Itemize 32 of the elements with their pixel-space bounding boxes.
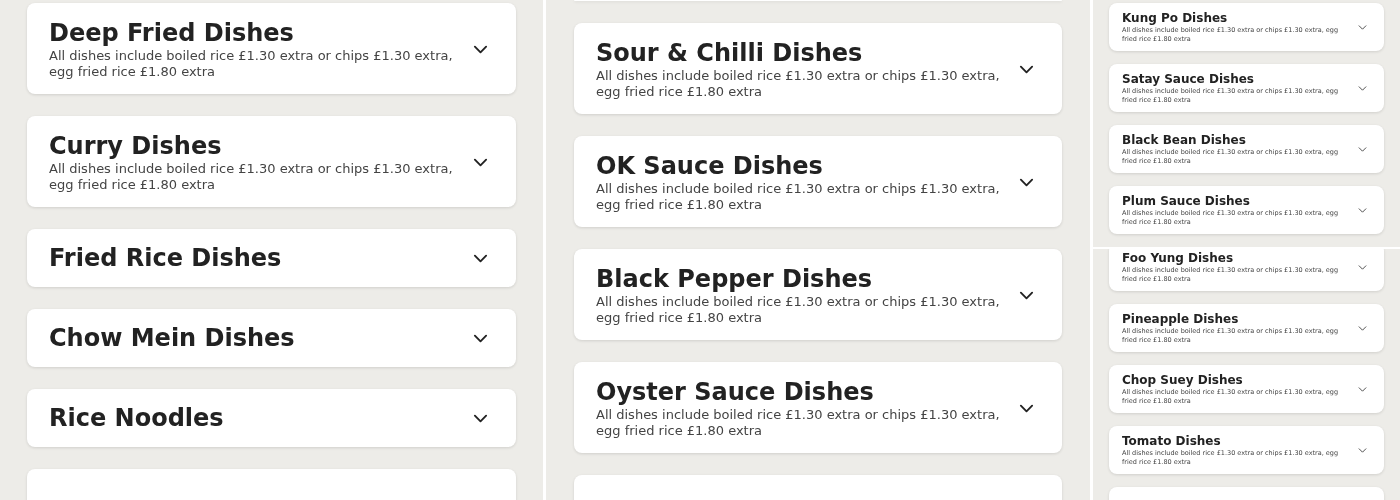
category-card[interactable]: Deep Fried Dishes All dishes include boiled rice £1.30 extra or chips £1.30 extra, egg fried rice £1.80 extra	[27, 3, 516, 94]
category-title: Black Pepper Dishes	[596, 264, 874, 294]
category-title: Sour & Chilli Dishes	[596, 38, 864, 68]
category-description: All dishes include boiled rice £1.30 extra or chips £1.30 extra, egg fried rice £1.80 extra	[596, 181, 1001, 213]
category-card[interactable]: OK Sauce Dishes All dishes include boiled rice £1.30 extra or chips £1.30 extra, egg fried rice £1.80 extra	[574, 136, 1062, 227]
category-card[interactable]: Curry Dishes All dishes include boiled rice £1.30 extra or chips £1.30 extra, egg fried rice £1.80 extra	[27, 116, 516, 207]
category-card[interactable]: Fried Rice Dishes	[27, 229, 516, 287]
category-title: Black Bean Dishes	[1122, 133, 1247, 148]
category-title: Chow Mein Dishes	[49, 323, 296, 353]
category-title: Pineapple Dishes	[1122, 312, 1240, 327]
category-title: Chop Suey Dishes	[1122, 373, 1244, 388]
category-card[interactable]: Rice Noodles	[27, 389, 516, 447]
category-description: All dishes include boiled rice £1.30 extra or chips £1.30 extra, egg fried rice £1.80 extra	[49, 48, 454, 80]
category-card[interactable]: Sour & Chilli Dishes All dishes include boiled rice £1.30 extra or chips £1.30 extra, egg fried rice £1.80 extra	[574, 23, 1062, 114]
category-description: All dishes include boiled rice £1.30 extra or chips £1.30 extra, egg fried rice £1.80 extra	[49, 161, 454, 193]
category-title: Tomato Dishes	[1122, 434, 1222, 449]
category-description: All dishes include boiled rice £1.30 extra or chips £1.30 extra, egg fried rice £1.80 extra	[596, 407, 1001, 439]
category-title: Deep Fried Dishes	[49, 18, 295, 48]
category-description: All dishes include boiled rice £1.30 extra or chips £1.30 extra, egg fried rice £1.80 extra	[596, 68, 1001, 100]
category-card[interactable]: Black Pepper Dishes All dishes include boiled rice £1.30 extra or chips £1.30 extra, egg fried rice £1.80 extra	[574, 249, 1062, 340]
category-title: Foo Yung Dishes	[1122, 251, 1235, 266]
category-title: Kung Po Dishes	[1122, 11, 1229, 26]
category-title: Rice Noodles	[49, 403, 225, 433]
category-description: All dishes include boiled rice £1.30 extra or chips £1.30 extra, egg fried rice £1.80 extra	[596, 294, 1001, 326]
category-title: Oyster Sauce Dishes	[596, 377, 875, 407]
category-title: Curry Dishes	[49, 131, 223, 161]
category-title: Plum Sauce Dishes	[1122, 194, 1251, 209]
category-card[interactable]: Chow Mein Dishes	[27, 309, 516, 367]
category-card[interactable]: Oyster Sauce Dishes All dishes include boiled rice £1.30 extra or chips £1.30 extra, egg fried rice £1.80 extra	[574, 362, 1062, 453]
category-title: OK Sauce Dishes	[596, 151, 824, 181]
category-title: Satay Sauce Dishes	[1122, 72, 1255, 87]
category-title: Fried Rice Dishes	[49, 243, 283, 273]
